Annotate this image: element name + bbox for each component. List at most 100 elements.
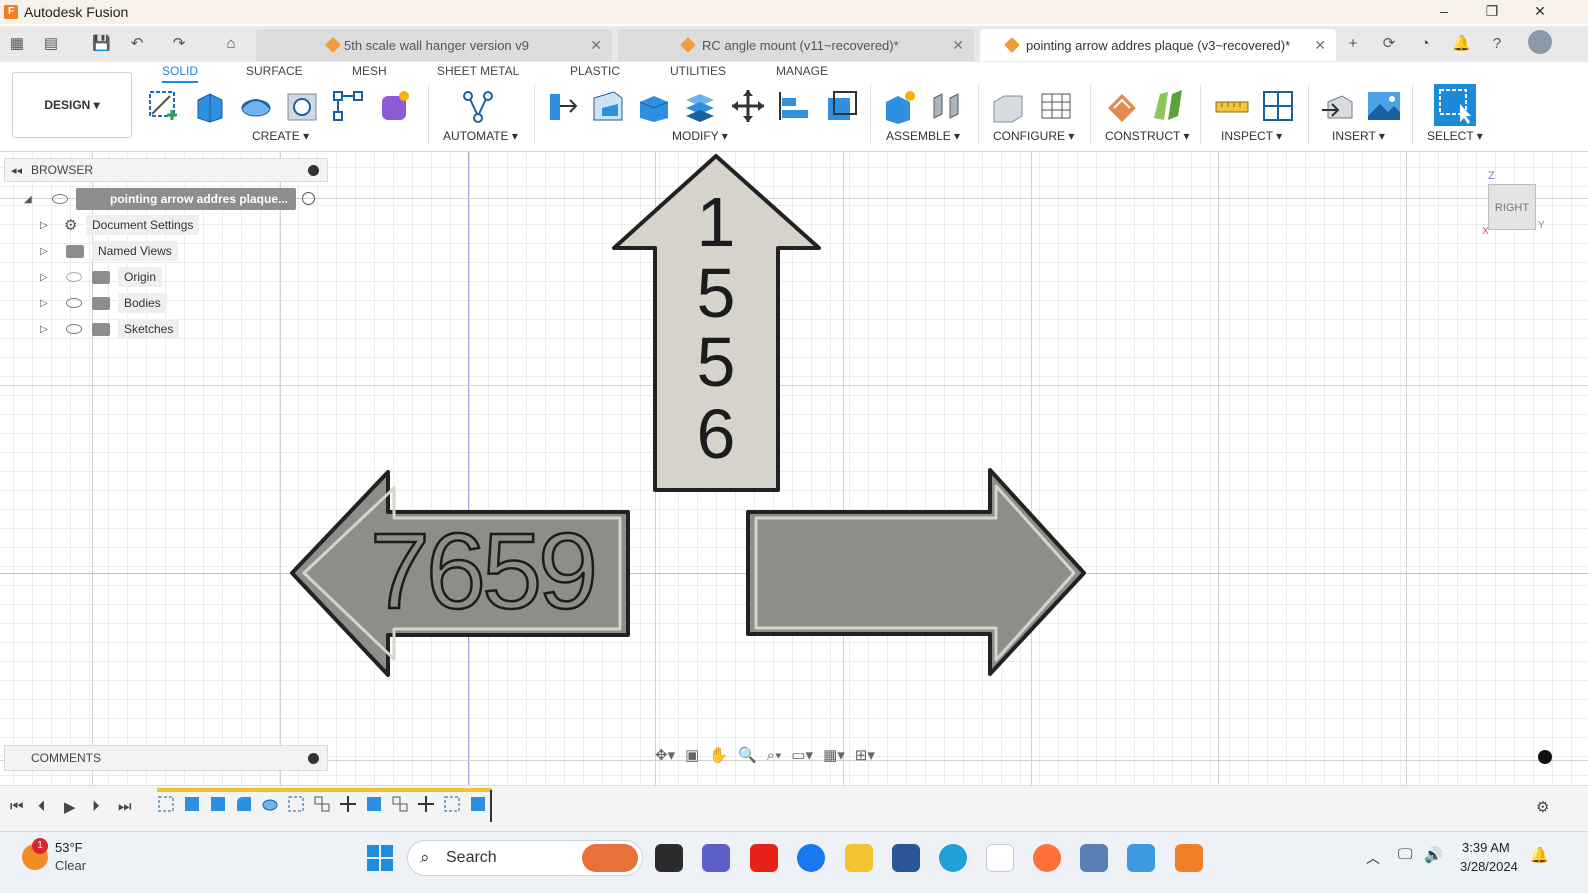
create-form-icon[interactable] bbox=[376, 88, 412, 124]
hole-icon[interactable] bbox=[284, 88, 320, 124]
notifications-icon[interactable]: 🔔 bbox=[1452, 35, 1471, 53]
hidden-eye-icon[interactable] bbox=[66, 272, 82, 282]
microsoft-store-icon[interactable] bbox=[892, 844, 920, 872]
facebook-icon[interactable] bbox=[797, 844, 825, 872]
new-component-icon[interactable] bbox=[882, 88, 918, 124]
expand-triangle-icon[interactable]: ▷ bbox=[40, 298, 48, 309]
file-explorer-icon[interactable] bbox=[845, 844, 873, 872]
zoom-icon[interactable]: 🔍 bbox=[738, 746, 757, 764]
tab-plastic[interactable]: PLASTIC bbox=[570, 64, 620, 78]
tab-manage[interactable]: MANAGE bbox=[776, 64, 828, 78]
job-status-icon[interactable]: ◔ bbox=[1416, 35, 1434, 53]
browser-item-bodies[interactable]: ▷ Bodies bbox=[40, 292, 240, 314]
select-group-label[interactable]: SELECT ▾ bbox=[1427, 129, 1483, 143]
clock-time[interactable]: 3:39 AM bbox=[1462, 840, 1510, 855]
new-tab-icon[interactable]: + bbox=[1344, 35, 1362, 53]
timeline-revolve-icon[interactable] bbox=[261, 795, 279, 813]
browser-header[interactable]: ◂◂ BROWSER bbox=[4, 158, 328, 182]
close-tab-icon[interactable]: ✕ bbox=[1314, 37, 1326, 54]
tab-mesh[interactable]: MESH bbox=[352, 64, 387, 78]
amazon-icon[interactable] bbox=[986, 844, 1014, 872]
configuration-table-icon[interactable] bbox=[1038, 88, 1074, 124]
insert-group-label[interactable]: INSERT ▾ bbox=[1332, 129, 1385, 143]
redo-icon[interactable]: ↷ bbox=[170, 35, 188, 53]
activate-component-icon[interactable] bbox=[302, 192, 315, 205]
taskbar-search[interactable]: ⌕ Search bbox=[407, 840, 643, 876]
extensions-icon[interactable]: ⟳ bbox=[1380, 35, 1398, 53]
construct-group-label[interactable]: CONSTRUCT ▾ bbox=[1105, 129, 1189, 143]
tab-rc-angle-mount[interactable]: RC angle mount (v11~recovered)* ✕ bbox=[618, 29, 974, 61]
measure-icon[interactable] bbox=[1214, 88, 1250, 124]
fillet-icon[interactable] bbox=[590, 88, 626, 124]
close-tab-icon[interactable]: ✕ bbox=[952, 37, 964, 54]
browser-item-named-views[interactable]: ▷ Named Views bbox=[40, 240, 240, 262]
firefox-icon[interactable] bbox=[1033, 844, 1061, 872]
home-icon[interactable]: ⌂ bbox=[222, 35, 240, 53]
tab-pointing-arrow[interactable]: pointing arrow addres plaque (v3~recover… bbox=[980, 29, 1336, 61]
scale-icon[interactable] bbox=[824, 88, 860, 124]
search-highlight-icon[interactable] bbox=[582, 844, 638, 872]
viewports-icon[interactable]: ⊞▾ bbox=[855, 746, 875, 764]
select-icon[interactable] bbox=[1434, 84, 1476, 126]
timeline-sketch-icon[interactable] bbox=[443, 795, 461, 813]
step-back-icon[interactable]: ⏴ bbox=[38, 798, 46, 815]
insert-derive-icon[interactable] bbox=[1320, 88, 1356, 124]
grid-settings-icon[interactable]: ▦▾ bbox=[823, 746, 845, 764]
show-hidden-icons[interactable]: ︿ bbox=[1366, 848, 1380, 868]
tab-solid[interactable]: SOLID bbox=[162, 64, 199, 83]
pattern-icon[interactable] bbox=[330, 88, 366, 124]
press-pull-icon[interactable] bbox=[544, 88, 580, 124]
tab-surface[interactable]: SURFACE bbox=[246, 64, 303, 78]
go-to-start-icon[interactable]: ⏮ bbox=[10, 798, 24, 815]
network-icon[interactable]: 🖵 bbox=[1398, 846, 1412, 863]
play-icon[interactable]: ▶ bbox=[64, 798, 76, 816]
timeline-extrude-icon[interactable] bbox=[209, 795, 227, 813]
shopping-bag-icon[interactable] bbox=[1127, 844, 1155, 872]
canvas-viewport[interactable]: 1 5 5 6 7659 ◂◂ BROWSER ◢ pointing arrow… bbox=[0, 152, 1588, 785]
timeline-sketch-icon[interactable] bbox=[157, 795, 175, 813]
offset-plane-icon[interactable] bbox=[1104, 88, 1140, 124]
expand-triangle-icon[interactable]: ▷ bbox=[40, 272, 48, 283]
timeline-component-icon[interactable] bbox=[391, 795, 409, 813]
restore-button[interactable]: ❐ bbox=[1468, 0, 1516, 24]
create-sketch-icon[interactable] bbox=[146, 88, 182, 124]
undo-icon[interactable]: ↶ bbox=[128, 35, 146, 53]
create-group-label[interactable]: CREATE ▾ bbox=[252, 129, 309, 143]
timeline-extrude-icon[interactable] bbox=[469, 795, 487, 813]
expand-triangle-icon[interactable]: ▷ bbox=[40, 220, 48, 231]
browser-item-sketches[interactable]: ▷ Sketches bbox=[40, 318, 240, 340]
timeline-move-icon[interactable] bbox=[417, 795, 435, 813]
automate-icon[interactable] bbox=[460, 88, 496, 124]
visibility-eye-icon[interactable] bbox=[66, 298, 82, 308]
chamfer-icon[interactable] bbox=[636, 88, 672, 124]
tab-sheet-metal[interactable]: SHEET METAL bbox=[437, 64, 519, 78]
comments-panel[interactable]: COMMENTS bbox=[4, 745, 328, 771]
joint-icon[interactable] bbox=[928, 88, 964, 124]
section-analysis-icon[interactable] bbox=[1260, 88, 1296, 124]
timeline-marker[interactable] bbox=[490, 790, 492, 822]
tab-utilities[interactable]: UTILITIES bbox=[670, 64, 726, 78]
browser-item-document-settings[interactable]: ▷ ⚙ Document Settings bbox=[40, 214, 240, 236]
add-comment-icon[interactable] bbox=[308, 753, 319, 764]
browser-item-origin[interactable]: ▷ Origin bbox=[40, 266, 240, 288]
orbit-icon[interactable]: ✥▾ bbox=[655, 746, 675, 764]
remote-desktop-icon[interactable] bbox=[1080, 844, 1108, 872]
timeline-extrude-icon[interactable] bbox=[183, 795, 201, 813]
move-copy-icon[interactable] bbox=[730, 88, 766, 124]
display-settings-icon[interactable]: ▭▾ bbox=[791, 746, 813, 764]
teams-icon[interactable] bbox=[702, 844, 730, 872]
extrude-icon[interactable] bbox=[192, 88, 228, 124]
timeline-fillet-icon[interactable] bbox=[235, 795, 253, 813]
file-menu-icon[interactable]: ▤ bbox=[42, 35, 60, 53]
timeline-move-icon[interactable] bbox=[339, 795, 357, 813]
step-forward-icon[interactable]: ⏵ bbox=[92, 798, 100, 815]
assemble-group-label[interactable]: ASSEMBLE ▾ bbox=[886, 129, 960, 143]
collapse-panel-icon[interactable]: ◂◂ bbox=[11, 164, 22, 177]
automate-group-label[interactable]: AUTOMATE ▾ bbox=[443, 129, 518, 143]
insert-canvas-icon[interactable] bbox=[1366, 88, 1402, 124]
expand-triangle-icon[interactable]: ▷ bbox=[40, 246, 48, 257]
timeline-settings-icon[interactable]: ⚙ bbox=[1536, 798, 1549, 816]
fit-icon[interactable]: ⌕▾ bbox=[767, 747, 782, 764]
modify-group-label[interactable]: MODIFY ▾ bbox=[672, 129, 728, 143]
app-grid-icon[interactable]: ▦ bbox=[8, 35, 26, 53]
